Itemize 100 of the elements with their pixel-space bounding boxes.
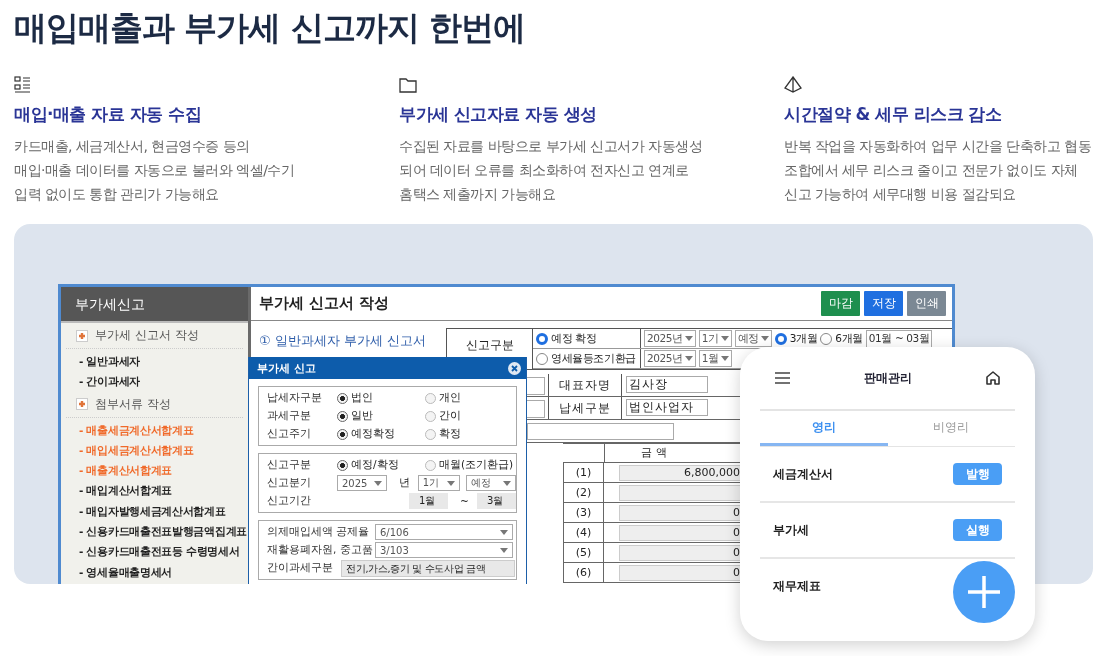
feature-title: 시간절약 & 세무 리스크 감소 <box>784 103 1002 126</box>
dropdown[interactable]: 1기 <box>417 475 461 491</box>
dialog-title: 부가세 신고 <box>257 360 316 376</box>
caret-icon <box>500 547 508 553</box>
toolbar-button[interactable]: 마감 <box>821 291 860 316</box>
radio-label[interactable]: 매월(조기환급) <box>439 458 514 472</box>
folder-icon <box>399 76 417 93</box>
caret-icon <box>684 356 693 361</box>
caret-icon <box>373 480 382 486</box>
caret-icon <box>447 480 456 486</box>
close-icon[interactable] <box>508 361 521 375</box>
toolbar-button[interactable]: 저장 <box>864 291 903 316</box>
sidebar-item[interactable]: - 일반과세자 <box>61 351 248 372</box>
caret-icon <box>720 356 729 361</box>
radio-label[interactable]: 예정/확정 <box>351 458 399 472</box>
field-label: 재활용폐자원, 중고품 <box>267 543 374 557</box>
radio-label[interactable]: 3개월 <box>789 331 818 346</box>
page-title: 부가세 신고서 작성 <box>259 294 390 313</box>
sidebar-item[interactable]: - 매입계산서합계표 <box>61 480 248 501</box>
field-label: 의제매입세액 공제율 <box>267 525 371 539</box>
dropdown[interactable]: 1월 <box>698 350 732 367</box>
dropdown[interactable]: 예정 <box>734 330 772 347</box>
feature-description: 수집된 자료를 바탕으로 부가세 신고서가 자동생성 되어 데이터 오류를 최소화하여 전자신고 연계로 홈택스 제출까지 가능해요 <box>399 137 703 204</box>
amount-field[interactable]: 0 <box>619 525 743 541</box>
radio-label[interactable]: 예정확정 <box>351 427 395 441</box>
dropdown[interactable]: 2025년 <box>644 330 696 347</box>
sidebar-section[interactable]: 첨부서류 작성 <box>95 395 171 413</box>
sidebar-section[interactable]: 부가세 신고서 작성 <box>95 327 199 344</box>
radio-label[interactable]: 6개월 <box>835 331 863 346</box>
radio-button[interactable] <box>820 332 833 345</box>
amount-field[interactable]: 0 <box>619 505 743 521</box>
dropdown[interactable]: 2025년 <box>644 350 696 367</box>
radio-label[interactable]: 영세율등조기환급 <box>551 351 636 366</box>
sidebar-item[interactable]: - 간이과세자 <box>61 371 248 392</box>
sidebar-title: 부가세신고 <box>61 287 248 323</box>
home-icon[interactable] <box>986 371 1000 385</box>
radio-button[interactable] <box>774 332 787 345</box>
field-label: 간이과세구분 <box>267 561 334 575</box>
sidebar-item[interactable]: - 신용카드매출전표발행금액집계표 <box>61 521 248 542</box>
radio-label[interactable]: 개인 <box>439 391 461 405</box>
input-field[interactable]: 전기,가스,증기 및 수도사업 금액 <box>341 559 515 577</box>
radio-label[interactable]: 일반 <box>351 409 373 423</box>
radio-button[interactable] <box>337 459 348 471</box>
amount-field[interactable] <box>619 485 743 501</box>
dropdown[interactable]: 1기 <box>698 330 732 347</box>
caret-icon <box>760 336 769 341</box>
menu-item[interactable]: 세금계산서 <box>773 465 833 483</box>
field-label: 신고주기 <box>267 427 312 441</box>
radio-button[interactable] <box>425 410 436 422</box>
sidebar-item[interactable]: - 신용카드매출전표등 수령명세서 <box>61 541 248 562</box>
radio-button[interactable] <box>337 392 348 404</box>
feature-title: 부가세 신고자료 자동 생성 <box>399 103 597 126</box>
menu-icon[interactable] <box>775 372 790 384</box>
list-icon <box>14 76 32 93</box>
input-field[interactable]: 김사장 <box>626 376 708 393</box>
dropdown[interactable]: 6/106 <box>375 524 513 540</box>
field-label: 신고분기 <box>267 476 312 490</box>
dropdown[interactable]: 3/103 <box>375 542 513 558</box>
sidebar-item[interactable]: - 매입자발행세금계산서합계표 <box>61 500 248 522</box>
radio-button[interactable] <box>425 392 436 404</box>
radio-button[interactable] <box>425 428 436 440</box>
radio-button[interactable] <box>425 459 436 471</box>
field-label: 납세구분 <box>548 397 622 419</box>
feature-title: 매입·매출 자료 자동 수집 <box>14 103 202 126</box>
input-field[interactable]: 법인사업자 <box>626 399 708 416</box>
radio-button[interactable] <box>536 352 548 365</box>
unit-label: 년 <box>398 476 410 490</box>
plus-icon <box>76 398 88 411</box>
menu-item[interactable]: 재무제표 <box>773 577 821 595</box>
pyramid-icon <box>784 76 802 93</box>
radio-label[interactable]: 법인 <box>351 391 373 405</box>
amount-field[interactable]: 6,800,000 <box>619 465 743 481</box>
radio-label[interactable]: 확정 <box>439 427 461 441</box>
row-number: (6) <box>563 563 604 582</box>
row-number: (3) <box>563 503 604 522</box>
headline: 매입매출과 부가세 신고까지 한번에 <box>13 7 527 48</box>
amount-field[interactable]: 0 <box>619 565 743 581</box>
row-number: (4) <box>563 523 604 542</box>
toolbar-button[interactable]: 인쇄 <box>907 291 946 316</box>
field-label: 신고기간 <box>267 494 312 508</box>
radio-button[interactable] <box>536 332 548 345</box>
amount-field[interactable]: 0 <box>619 545 743 561</box>
field-label: 대표자명 <box>548 374 622 396</box>
input-field[interactable]: 3월 <box>476 493 516 509</box>
form-title: ① 일반과세자 부가세 신고서 <box>258 332 428 350</box>
menu-item[interactable]: 부가세 <box>773 521 809 539</box>
radio-button[interactable] <box>337 410 348 422</box>
dropdown[interactable]: 2025 <box>337 475 387 491</box>
input-field[interactable]: 1월 <box>409 493 449 509</box>
caret-icon <box>500 529 508 535</box>
dropdown[interactable]: 예정 <box>466 475 516 491</box>
radio-label[interactable]: 간이 <box>439 409 461 423</box>
app-title: 판매관리 <box>864 369 912 387</box>
radio-label[interactable]: 예정 확정 <box>551 331 597 346</box>
plus-icon <box>76 329 88 342</box>
caret-icon <box>503 480 511 486</box>
sidebar-item[interactable]: - 영세율매출명세서 <box>61 561 248 582</box>
input-field[interactable] <box>527 423 674 440</box>
radio-button[interactable] <box>337 428 348 440</box>
field-label: 과세구분 <box>267 409 312 423</box>
